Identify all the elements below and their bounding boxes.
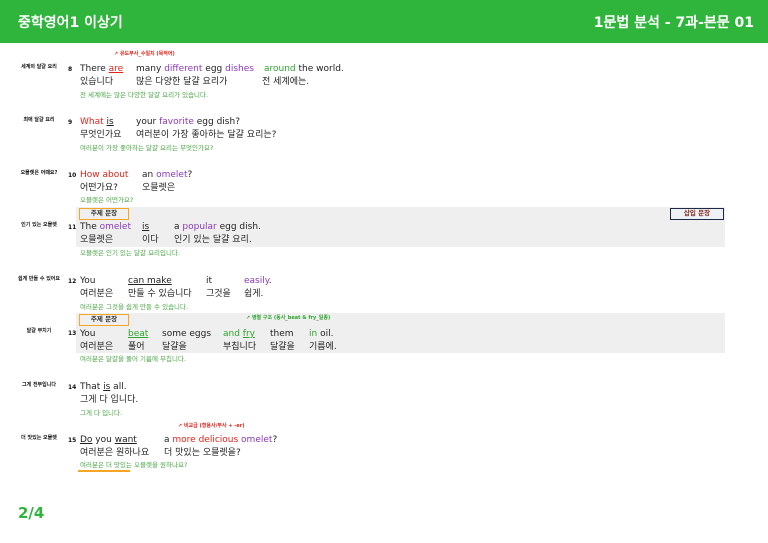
topic-sentence-badge: 주제 문장 [79,208,129,220]
sentence-gloss: 인기 있는 오믈렛 [21,222,57,228]
korean-line: 여러분은 [80,342,114,352]
topic-underline [78,470,130,472]
translation-line: 여러분은 더 맛있는 오믈렛을 원하나요? [80,461,188,469]
english-line: You [80,276,96,286]
sentence-gloss: 그게 전부입니다 [22,382,56,388]
korean-line: 무엇인가요 [80,130,122,140]
english-line: Do you want [80,435,137,445]
translation-line: 그게 다 입니다. [80,409,123,417]
page-number: 2/4 [18,504,45,522]
english-line: What is [80,117,114,127]
sentence-gloss: 오믈렛은 어때요? [20,170,58,176]
sentence-number: 14 [68,384,77,391]
english-line: How about [80,170,129,180]
sentence-number: 10 [68,172,77,179]
topic-sentence-badge-13: 주제 문장 [79,314,129,326]
grammar-note-13: ↗ 병렬 구조 (동사_beat & fry_일종) [246,315,331,321]
korean-line: 오믈렛은 [80,235,114,245]
sentence-number: 13 [68,330,77,337]
sentence-gloss: 쉽게 만들 수 있어요 [17,276,61,282]
english-line: The omelet [80,222,131,232]
translation-line: 오믈렛은 어떤가요? [80,196,134,204]
translation-line: 여러분이 가장 좋아하는 달걀 요리는 무엇인가요? [80,144,214,152]
english-line: You [80,329,96,339]
sentence-number: 11 [68,224,77,231]
korean-line: 어떤가요? [80,183,118,193]
translation-line: 여러분은 그것을 쉽게 만들 수 있습니다. [80,303,189,311]
english-line: That is all. [80,382,127,392]
sentence-gloss: 달걀 부치기 [26,328,52,334]
grammar-note-15: ↗ 비교급 (형용사/부사 + -er) [178,423,245,429]
sentence-number: 15 [68,437,77,444]
grammar-note-8: ↗ 유도부사_수일치 (목적어) [114,51,175,57]
translation-line: 여러분은 달걀을 풀어 기름에 부칩니다. [80,355,187,363]
english-line: There are [80,64,124,74]
section-title: 1문법 분석 - 7과-본문 01 [593,15,754,31]
header-bar: 중학영어1 이상기 1문법 분석 - 7과-본문 01 [0,0,768,43]
korean-line: 여러분은 원하나요 [80,448,150,458]
insert-sentence-badge: 삽입 문장 [670,208,724,220]
book-title: 중학영어1 이상기 [18,15,123,31]
translation-line: 전 세계에는 많은 다양한 달걀 요리가 있습니다. [80,91,209,99]
translation-line: 오믈렛은 인기 있는 달걀 요리입니다. [80,249,181,257]
sentence-number: 8 [68,66,73,73]
sentence-gloss: 더 맛있는 오믈렛 [21,435,57,441]
sentence-number: 12 [68,278,77,285]
sentence-number: 9 [68,119,73,126]
sentence-gloss: 최애 달걀 요리 [23,117,55,123]
sentence-gloss: 세계의 달걀 요리 [21,64,57,70]
korean-line: 여러분은 [80,289,114,299]
korean-line: 있습니다 [80,77,114,87]
korean-line: 그게 다 입니다. [80,395,139,405]
